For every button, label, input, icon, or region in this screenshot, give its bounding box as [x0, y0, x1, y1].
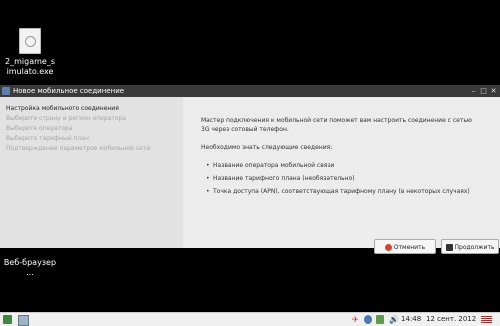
wizard-step: Выберите оператора: [6, 125, 73, 132]
cancel-icon: [384, 244, 392, 251]
requirement-item: Название оператора мобильной связи: [206, 162, 334, 169]
tray-update-icon[interactable]: [376, 315, 384, 324]
wizard-content: Мастер подключения к мобильной сети помо…: [183, 97, 500, 254]
forward-icon: [445, 244, 453, 251]
close-icon[interactable]: ✕: [489, 85, 498, 97]
maximize-icon[interactable]: □: [479, 85, 488, 97]
volume-icon[interactable]: 🔊: [389, 315, 399, 324]
desktop-icon-label: Веб-браузер ...: [3, 258, 57, 277]
intro-line-2: 3G через сотовый телефон.: [201, 126, 289, 133]
desktop-icon-exe[interactable]: 2_migame_s imulato.exe: [0, 28, 60, 77]
start-menu-icon[interactable]: [3, 315, 12, 324]
network-app-icon: [2, 87, 10, 95]
show-desktop-icon[interactable]: [18, 315, 29, 326]
minimize-icon[interactable]: –: [469, 85, 478, 97]
desktop-icon-label: 2_migame_s imulato.exe: [5, 57, 55, 76]
tray-alert-icon[interactable]: ✈: [352, 315, 360, 324]
clock-date[interactable]: 12 сент. 2012: [426, 315, 476, 324]
wizard-step: Подтверждение параметров мобильной сети: [6, 145, 151, 152]
clock-time[interactable]: 14:48: [401, 315, 421, 324]
new-mobile-connection-dialog: Новое мобильное соединение – □ ✕ Настрой…: [0, 85, 500, 254]
cancel-button[interactable]: Отменить: [374, 239, 436, 254]
desktop-icon-browser[interactable]: Веб-браузер ...: [0, 258, 60, 278]
keyboard-layout-flag-icon[interactable]: [481, 316, 492, 323]
intro-line-1: Мастер подключения к мобильной сети помо…: [201, 117, 472, 124]
wizard-step: Выберите страну и регион оператора: [6, 115, 126, 122]
continue-button[interactable]: Продолжить: [441, 239, 499, 254]
dialog-titlebar[interactable]: Новое мобильное соединение – □ ✕: [0, 85, 500, 97]
tray-network-icon[interactable]: [364, 315, 372, 324]
requirement-item: Название тарифного плана (необязательно): [206, 175, 355, 182]
wizard-step: Настройка мобильного соединения: [6, 105, 119, 112]
wizard-steps: Настройка мобильного соединения Выберите…: [0, 97, 180, 248]
taskbar: ✈ 🔊 14:48 12 сент. 2012: [0, 312, 500, 326]
file-icon: [19, 28, 41, 54]
wizard-step: Выберите тарифный план: [6, 135, 89, 142]
requirement-item: Точка доступа (APN), соответствующая тар…: [206, 188, 470, 195]
requirements-heading: Необходимо знать следующие сведения:: [201, 144, 333, 151]
dialog-title: Новое мобильное соединение: [13, 87, 125, 95]
